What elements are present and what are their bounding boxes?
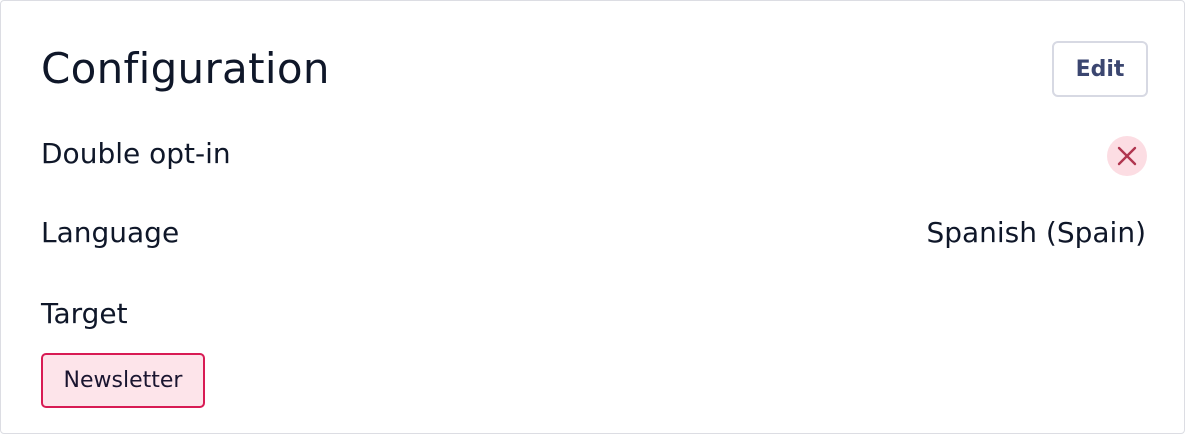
double-opt-in-status	[1107, 136, 1147, 176]
close-icon	[1116, 145, 1138, 167]
language-label: Language	[41, 216, 180, 249]
double-opt-in-label: Double opt-in	[41, 137, 231, 170]
edit-button[interactable]: Edit	[1052, 41, 1148, 97]
language-value: Spanish (Spain)	[926, 216, 1146, 249]
card-title: Configuration	[41, 44, 330, 93]
configuration-card: Configuration Edit Double opt-in Languag…	[0, 0, 1185, 434]
target-label: Target	[41, 297, 128, 330]
target-tag-newsletter: Newsletter	[41, 353, 205, 408]
